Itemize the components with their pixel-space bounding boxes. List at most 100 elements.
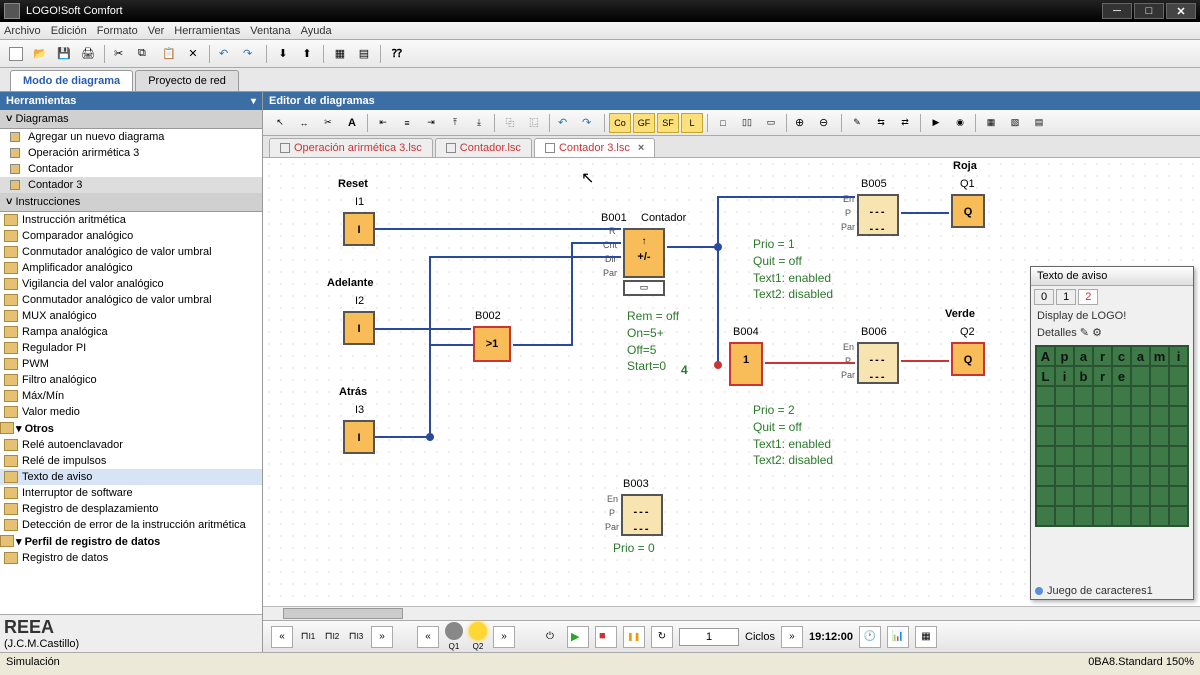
display-cell[interactable]: p	[1055, 346, 1074, 366]
collapse-icon[interactable]: ▾	[251, 96, 256, 107]
block-b004[interactable]: 1	[729, 342, 763, 386]
canvas-h-scrollbar[interactable]	[263, 606, 1200, 620]
display-cell[interactable]	[1112, 506, 1131, 526]
display-cell[interactable]: L	[1036, 366, 1055, 386]
display-cell[interactable]	[1169, 386, 1188, 406]
menu-edicion[interactable]: Edición	[51, 25, 87, 37]
display-cell[interactable]	[1169, 426, 1188, 446]
display-cell[interactable]	[1036, 466, 1055, 486]
menu-archivo[interactable]: Archivo	[4, 25, 41, 37]
ungroup-button[interactable]: ⿺	[523, 113, 545, 133]
display-cell[interactable]	[1074, 446, 1093, 466]
whatsthis-button[interactable]: ⁇	[387, 44, 407, 64]
display-cell[interactable]	[1150, 386, 1169, 406]
display-cell[interactable]	[1112, 406, 1131, 426]
window-tile[interactable]: ▦	[980, 113, 1002, 133]
display-cell[interactable]	[1150, 366, 1169, 386]
instruction-item[interactable]: Vigilancia del valor analógico	[0, 276, 262, 292]
display-cell[interactable]	[1055, 446, 1074, 466]
open-button[interactable]: 📂	[30, 44, 50, 64]
palette-co[interactable]: Co	[609, 113, 631, 133]
instruction-item[interactable]: Interruptor de software	[0, 485, 262, 501]
transfer-up-button[interactable]: ⬆	[297, 44, 317, 64]
sim-stop[interactable]	[595, 626, 617, 648]
display-cell[interactable]	[1150, 466, 1169, 486]
display-cell[interactable]	[1055, 406, 1074, 426]
sim-clock[interactable]: 🕐	[859, 626, 881, 648]
tab-diagram-mode[interactable]: Modo de diagrama	[10, 70, 133, 91]
display-cell[interactable]	[1074, 406, 1093, 426]
input-switch-i1[interactable]: ⊓I1	[299, 626, 317, 648]
redo-button[interactable]	[240, 44, 260, 64]
display-cell[interactable]	[1036, 406, 1055, 426]
diagram-item[interactable]: Contador 3	[0, 177, 262, 193]
sim-online[interactable]: ◉	[949, 113, 971, 133]
display-cell[interactable]	[1112, 466, 1131, 486]
display-cell[interactable]	[1036, 446, 1055, 466]
floatpanel-title[interactable]: Texto de aviso	[1031, 267, 1193, 286]
display-cell[interactable]	[1093, 426, 1112, 446]
align-bottom[interactable]: ⤓	[468, 113, 490, 133]
diagram-item[interactable]: Agregar un nuevo diagrama	[0, 129, 262, 145]
zoom-in[interactable]	[791, 113, 813, 133]
display-cell[interactable]	[1150, 406, 1169, 426]
cut-button[interactable]	[111, 44, 131, 64]
floatpanel-tab[interactable]: 1	[1056, 289, 1076, 305]
sim-play[interactable]	[567, 626, 589, 648]
display-cell[interactable]	[1093, 386, 1112, 406]
undo-button[interactable]	[216, 44, 236, 64]
block-i2[interactable]: I	[343, 311, 375, 345]
display-cell[interactable]	[1112, 486, 1131, 506]
logo-display-grid[interactable]: AparcamiLibre	[1035, 345, 1189, 527]
align-left[interactable]: ⇤	[372, 113, 394, 133]
instruction-item[interactable]: Registro de desplazamiento	[0, 501, 262, 517]
tab-network-project[interactable]: Proyecto de red	[135, 70, 239, 91]
instruction-item[interactable]: Instrucción aritmética	[0, 212, 262, 228]
display-cell[interactable]	[1150, 506, 1169, 526]
cycles-input[interactable]	[679, 628, 739, 646]
sim-table[interactable]: ▦	[915, 626, 937, 648]
display-cell[interactable]: c	[1112, 346, 1131, 366]
display-cell[interactable]	[1055, 466, 1074, 486]
display-cell[interactable]	[1169, 466, 1188, 486]
floatpanel-tab[interactable]: 2	[1078, 289, 1098, 305]
display-cell[interactable]	[1036, 386, 1055, 406]
display-cell[interactable]	[1131, 406, 1150, 426]
display-cell[interactable]	[1131, 446, 1150, 466]
sim-first-q[interactable]: «	[417, 626, 439, 648]
align-right[interactable]: ⇥	[420, 113, 442, 133]
instruction-item[interactable]: Relé de impulsos	[0, 453, 262, 469]
instruction-item[interactable]: Relé autoenclavador	[0, 437, 262, 453]
instruction-item[interactable]: Amplificador analógico	[0, 260, 262, 276]
diagrams-header[interactable]: ˅ Diagramas	[0, 110, 262, 129]
display-cell[interactable]	[1074, 426, 1093, 446]
instruction-item[interactable]: Máx/Mín	[0, 388, 262, 404]
display-cell[interactable]	[1093, 466, 1112, 486]
display-cell[interactable]	[1169, 486, 1188, 506]
maximize-button[interactable]: □	[1134, 3, 1164, 19]
folder-otros[interactable]: ▾ Otros	[0, 420, 262, 437]
display-cell[interactable]	[1055, 386, 1074, 406]
power-icon[interactable]: ⏻	[539, 626, 561, 648]
display-cell[interactable]	[1074, 506, 1093, 526]
display-cell[interactable]	[1169, 446, 1188, 466]
input-switch-i2[interactable]: ⊓I2	[323, 626, 341, 648]
display-cell[interactable]: i	[1055, 366, 1074, 386]
display-cell[interactable]	[1055, 426, 1074, 446]
display-cell[interactable]	[1169, 506, 1188, 526]
window-cascade[interactable]: ▧	[1004, 113, 1026, 133]
display-cell[interactable]	[1036, 486, 1055, 506]
display-cell[interactable]: e	[1112, 366, 1131, 386]
page-setup[interactable]: ✎	[846, 113, 868, 133]
palette-sf[interactable]: SF	[657, 113, 679, 133]
display-cell[interactable]: r	[1093, 366, 1112, 386]
sim-step[interactable]: ↻	[651, 626, 673, 648]
menu-ver[interactable]: Ver	[148, 25, 165, 37]
palette-l[interactable]: L	[681, 113, 703, 133]
display-cell[interactable]	[1055, 486, 1074, 506]
fbd-convert[interactable]: ⇆	[870, 113, 892, 133]
display-cell[interactable]: a	[1131, 346, 1150, 366]
layout-b-button[interactable]: ▤	[354, 44, 374, 64]
display-cell[interactable]	[1093, 406, 1112, 426]
print-button[interactable]: 🖨	[78, 44, 98, 64]
